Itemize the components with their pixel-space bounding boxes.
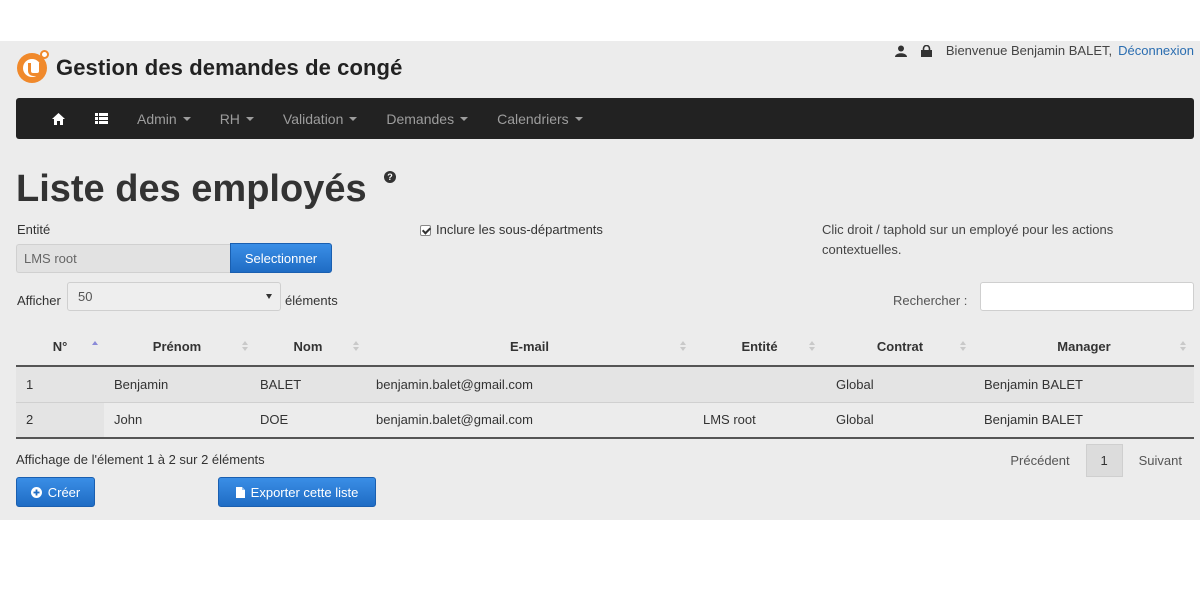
cell-entity: LMS root (693, 402, 826, 439)
logout-link[interactable]: Déconnexion (1118, 43, 1194, 58)
export-button[interactable]: Exporter cette liste (218, 477, 376, 507)
create-button-label: Créer (47, 484, 81, 500)
home-icon[interactable] (51, 112, 65, 126)
cell-number: 1 (16, 366, 104, 403)
user-icon (894, 45, 907, 57)
nav-demandes[interactable]: Demandes (386, 110, 469, 127)
list-icon[interactable] (94, 112, 108, 126)
welcome-text: Bienvenue Benjamin BALET, (945, 43, 1113, 58)
select-arrow-icon (266, 294, 272, 299)
lock-icon (920, 44, 932, 57)
column-label: Manager (1057, 339, 1111, 354)
column-header-email[interactable]: E-mail (366, 328, 693, 367)
sort-icon (1180, 341, 1186, 352)
include-subdepartments-label: Inclure les sous-départments (436, 222, 603, 237)
cell-contract: Global (826, 402, 974, 439)
cell-manager: Benjamin BALET (974, 366, 1194, 403)
show-label: Afficher (17, 293, 61, 308)
column-label: Entité (741, 339, 778, 354)
cell-contract: Global (826, 366, 974, 403)
caret-down-icon (349, 116, 358, 121)
nav-admin-label: Admin (137, 110, 177, 127)
caret-down-icon (574, 116, 583, 121)
caret-down-icon (182, 116, 191, 121)
brand[interactable]: Gestion des demandes de congé (17, 50, 403, 83)
elements-label: éléments (285, 293, 338, 308)
nav-validation[interactable]: Validation (282, 110, 358, 127)
sort-icon (242, 341, 248, 352)
context-hint: Clic droit / taphold sur un employé pour… (822, 222, 1114, 257)
include-subdepartments-checkbox[interactable] (420, 225, 431, 236)
select-entity-button[interactable]: Selectionner (230, 243, 332, 273)
sort-icon (960, 341, 966, 352)
user-bar: Bienvenue Benjamin BALET, Déconnexion (894, 43, 1194, 58)
plus-circle-icon (30, 486, 42, 498)
sort-icon (353, 341, 359, 352)
page-size-select[interactable]: 50 (67, 282, 281, 311)
nav-rh[interactable]: RH (220, 111, 254, 127)
table-info: Affichage de l'élement 1 à 2 sur 2 éléme… (16, 452, 265, 467)
column-label: E-mail (509, 339, 549, 354)
column-label: Contrat (876, 339, 924, 354)
sort-asc-icon (92, 341, 98, 352)
nav-demandes-label: Demandes (386, 110, 455, 127)
table-header-row: N° Prénom Nom E-mail Entité Contrat Mana… (16, 328, 1194, 367)
sort-icon (680, 341, 686, 352)
file-icon (235, 486, 245, 498)
logo-icon (17, 50, 49, 83)
previous-page-button[interactable]: Précédent (1010, 453, 1069, 468)
column-header-firstname[interactable]: Prénom (104, 328, 250, 367)
nav-validation-label: Validation (282, 110, 344, 127)
table-row[interactable]: 2 John DOE benjamin.balet@gmail.com LMS … (16, 402, 1194, 439)
next-page-button[interactable]: Suivant (1139, 453, 1182, 468)
column-header-number[interactable]: N° (16, 328, 104, 367)
caret-down-icon (245, 116, 254, 121)
cell-email: benjamin.balet@gmail.com (366, 366, 693, 403)
column-label: Prénom (152, 339, 202, 354)
nav-calendriers-label: Calendriers (497, 110, 569, 127)
employees-table: N° Prénom Nom E-mail Entité Contrat Mana… (16, 328, 1194, 439)
cell-firstname: John (104, 402, 250, 439)
entity-input[interactable]: LMS root (16, 244, 231, 273)
page-1-button[interactable]: 1 (1085, 444, 1123, 477)
page-title: Liste des employés (16, 168, 367, 210)
nav-calendriers[interactable]: Calendriers (497, 111, 583, 127)
main-navbar: Admin RH Validation Demandes Calendriers (16, 98, 1194, 139)
cell-firstname: Benjamin (104, 366, 250, 403)
search-label: Rechercher : (893, 293, 968, 308)
cell-entity (693, 366, 826, 403)
column-header-contract[interactable]: Contrat (826, 328, 974, 367)
entity-label: Entité (17, 222, 51, 237)
nav-rh-label: RH (219, 110, 240, 127)
sort-icon (809, 341, 815, 352)
cell-email: benjamin.balet@gmail.com (366, 402, 693, 439)
column-header-lastname[interactable]: Nom (250, 328, 366, 367)
cell-number: 2 (16, 402, 104, 439)
cell-lastname: BALET (250, 366, 366, 403)
page-size-value: 50 (78, 289, 93, 304)
help-icon[interactable]: ? (384, 171, 396, 183)
column-label: N° (52, 339, 68, 354)
table-row[interactable]: 1 Benjamin BALET benjamin.balet@gmail.co… (16, 366, 1194, 403)
search-input[interactable] (980, 282, 1194, 311)
column-label: Nom (293, 339, 323, 354)
nav-admin[interactable]: Admin (137, 111, 191, 127)
caret-down-icon (460, 116, 469, 121)
column-header-entity[interactable]: Entité (693, 328, 826, 367)
app-title: Gestion des demandes de congé (56, 55, 403, 80)
pagination: Précédent 1 Suivant (1010, 444, 1182, 477)
app-container: Gestion des demandes de congé Bienvenue … (0, 41, 1200, 520)
cell-lastname: DOE (250, 402, 366, 439)
column-header-manager[interactable]: Manager (974, 328, 1194, 367)
cell-manager: Benjamin BALET (974, 402, 1194, 439)
create-button[interactable]: Créer (16, 477, 95, 507)
export-button-label: Exporter cette liste (250, 484, 359, 500)
